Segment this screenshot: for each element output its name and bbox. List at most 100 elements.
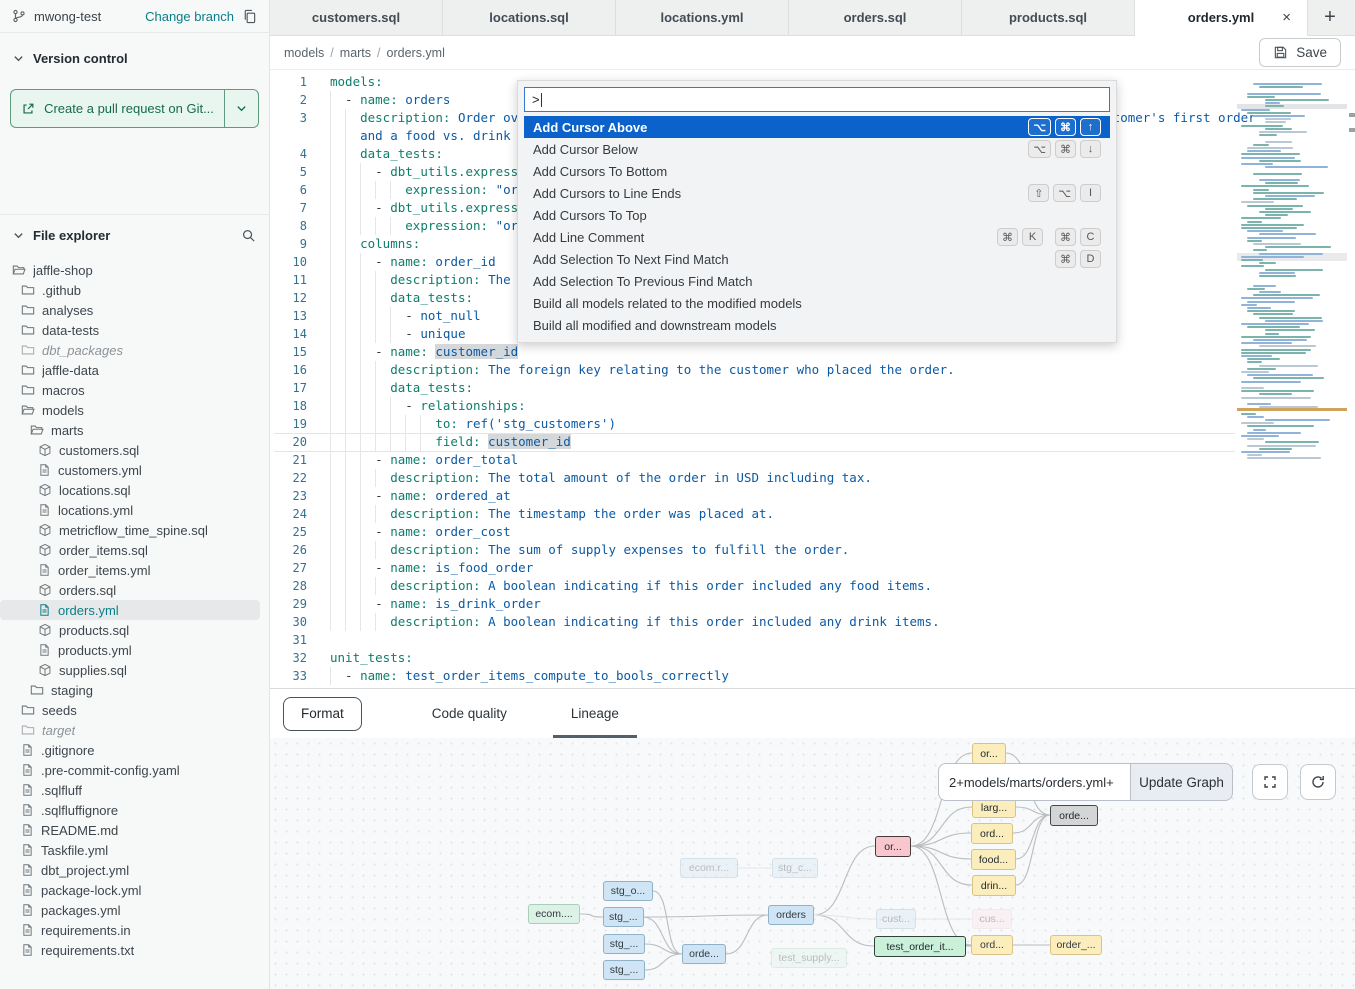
lineage-node-cus[interactable]: cus... [972, 909, 1012, 929]
pr-button-caret[interactable] [225, 90, 258, 127]
lineage-node-ord[interactable]: ord... [971, 823, 1013, 844]
format-button[interactable]: Format [283, 697, 362, 731]
code-line[interactable]: 27 - name: is_food_order [270, 559, 1355, 577]
file-tree-item-locations.sql[interactable]: locations.sql [0, 480, 269, 500]
lineage-node-drin[interactable]: drin... [972, 875, 1016, 896]
file-tree-item-locations.yml[interactable]: locations.yml [0, 500, 269, 520]
file-tree-item-orders.yml[interactable]: orders.yml [0, 600, 260, 620]
file-tree-item-marts[interactable]: marts [0, 420, 269, 440]
code-line[interactable]: 25 - name: order_cost [270, 523, 1355, 541]
lineage-node-order_[interactable]: order_... [1050, 935, 1102, 955]
lineage-node-food[interactable]: food... [971, 849, 1016, 870]
update-graph-button[interactable]: Update Graph [1130, 763, 1233, 801]
palette-item-add-cursors-to-line-ends[interactable]: Add Cursors to Line Ends⇧⌥I [524, 182, 1110, 204]
close-icon[interactable]: × [1282, 9, 1291, 26]
version-control-header[interactable]: Version control [0, 45, 269, 71]
file-tree-item-package-lock.yml[interactable]: package-lock.yml [0, 880, 269, 900]
file-tree-item-jaffle-data[interactable]: jaffle-data [0, 360, 269, 380]
file-tree-item-.pre-commit-config.yaml[interactable]: .pre-commit-config.yaml [0, 760, 269, 780]
breadcrumb-item[interactable]: orders.yml [387, 46, 445, 60]
tab-orders.sql[interactable]: orders.sql [789, 0, 962, 35]
lineage-node-or[interactable]: or... [875, 836, 911, 857]
breadcrumb-item[interactable]: marts [340, 46, 371, 60]
file-tree-item-metricflow_time_spine.sql[interactable]: metricflow_time_spine.sql [0, 520, 269, 540]
lineage-node-orde[interactable]: orde... [1050, 805, 1098, 826]
code-line[interactable]: 16 description: The foreign key relating… [270, 361, 1355, 379]
file-tree-item-packages.yml[interactable]: packages.yml [0, 900, 269, 920]
tab-products.sql[interactable]: products.sql [962, 0, 1135, 35]
file-tree-item-jaffle-shop[interactable]: jaffle-shop [0, 260, 269, 280]
code-line[interactable]: 31 [270, 631, 1355, 649]
tab-locations.sql[interactable]: locations.sql [443, 0, 616, 35]
file-explorer-header[interactable]: File explorer [0, 222, 269, 248]
file-tree-item-products.sql[interactable]: products.sql [0, 620, 269, 640]
file-tree-item-staging[interactable]: staging [0, 680, 269, 700]
code-line[interactable]: 23 - name: ordered_at [270, 487, 1355, 505]
palette-item-add-line-comment[interactable]: Add Line Comment⌘K⌘C [524, 226, 1110, 248]
code-line[interactable]: 33 - name: test_order_items_compute_to_b… [270, 667, 1355, 685]
code-line[interactable]: 28 description: A boolean indicating if … [270, 577, 1355, 595]
palette-item-add-cursors-to-bottom[interactable]: Add Cursors To Bottom [524, 160, 1110, 182]
file-tree-item-.github[interactable]: .github [0, 280, 269, 300]
lineage-node-stg_o[interactable]: stg_o... [603, 881, 653, 901]
code-line[interactable]: 17 data_tests: [270, 379, 1355, 397]
file-tree-item-supplies.sql[interactable]: supplies.sql [0, 660, 269, 680]
lineage-node-cust[interactable]: cust... [876, 909, 916, 929]
code-line[interactable]: 26 description: The sum of supply expens… [270, 541, 1355, 559]
code-line[interactable]: 15 - name: customer_id [270, 343, 1355, 361]
lineage-node-ecomr[interactable]: ecom.r... [680, 858, 738, 878]
change-branch-link[interactable]: Change branch [145, 9, 234, 24]
copy-icon[interactable] [242, 9, 257, 24]
lineage-node-stg_c[interactable]: stg_c... [772, 858, 818, 878]
file-tree-item-.sqlfluff[interactable]: .sqlfluff [0, 780, 269, 800]
code-line[interactable]: 24 description: The timestamp the order … [270, 505, 1355, 523]
file-tree-item-models[interactable]: models [0, 400, 269, 420]
file-tree-item-requirements.txt[interactable]: requirements.txt [0, 940, 269, 960]
file-tree-item-products.yml[interactable]: products.yml [0, 640, 269, 660]
file-tree-item-macros[interactable]: macros [0, 380, 269, 400]
file-tree-item-dbt_project.yml[interactable]: dbt_project.yml [0, 860, 269, 880]
save-button[interactable]: Save [1259, 38, 1341, 67]
palette-item-build-all-modified-and-downstream-models[interactable]: Build all modified and downstream models [524, 314, 1110, 336]
new-tab-button[interactable]: + [1308, 0, 1352, 35]
lineage-node-ecom[interactable]: ecom.... [528, 904, 580, 924]
code-line[interactable]: 22 description: The total amount of the … [270, 469, 1355, 487]
breadcrumb-item[interactable]: models [284, 46, 324, 60]
code-line[interactable]: 19 to: ref('stg_customers') [270, 415, 1355, 433]
lineage-node-stg_[interactable]: stg_... [603, 907, 644, 927]
file-tree-item-seeds[interactable]: seeds [0, 700, 269, 720]
tab-locations.yml[interactable]: locations.yml [616, 0, 789, 35]
palette-item-add-selection-to-previous-find-match[interactable]: Add Selection To Previous Find Match [524, 270, 1110, 292]
code-line[interactable]: 20 field: customer_id [270, 433, 1355, 451]
code-line[interactable]: 30 description: A boolean indicating if … [270, 613, 1355, 631]
lineage-node-stg_[interactable]: stg_... [603, 960, 645, 980]
lineage-node-test_supply[interactable]: test_supply... [771, 948, 847, 968]
tab-orders.yml[interactable]: orders.yml× [1135, 0, 1308, 36]
tab-lineage[interactable]: Lineage [563, 689, 627, 738]
create-pr-button[interactable]: Create a pull request on Git... [10, 89, 259, 128]
file-tree-item-orders.sql[interactable]: orders.sql [0, 580, 269, 600]
minimap[interactable] [1237, 83, 1347, 467]
lineage-selector-input[interactable]: 2+models/marts/orders.yml+ [938, 763, 1130, 801]
search-icon[interactable] [241, 228, 256, 243]
file-tree-item-.gitignore[interactable]: .gitignore [0, 740, 269, 760]
file-tree-item-customers.sql[interactable]: customers.sql [0, 440, 269, 460]
file-tree-item-dbt_packages[interactable]: dbt_packages [0, 340, 269, 360]
palette-item-add-selection-to-next-find-match[interactable]: Add Selection To Next Find Match⌘D [524, 248, 1110, 270]
palette-item-build-all-models-related-to-the-modified-models[interactable]: Build all models related to the modified… [524, 292, 1110, 314]
code-line[interactable]: 29 - name: is_drink_order [270, 595, 1355, 613]
lineage-node-test_order_it[interactable]: test_order_it... [874, 936, 966, 957]
command-palette-input[interactable]: > [524, 87, 1110, 112]
lineage-node-or[interactable]: or... [972, 743, 1006, 764]
palette-item-add-cursor-below[interactable]: Add Cursor Below⌥⌘↓ [524, 138, 1110, 160]
tab-customers.sql[interactable]: customers.sql [270, 0, 443, 35]
palette-item-add-cursor-above[interactable]: Add Cursor Above⌥⌘↑ [524, 116, 1110, 138]
file-tree-item-customers.yml[interactable]: customers.yml [0, 460, 269, 480]
refresh-button[interactable] [1300, 764, 1336, 800]
code-line[interactable]: 18 - relationships: [270, 397, 1355, 415]
file-tree-item-analyses[interactable]: analyses [0, 300, 269, 320]
lineage-node-orde[interactable]: orde... [682, 944, 726, 964]
tab-code-quality[interactable]: Code quality [424, 689, 515, 738]
code-line[interactable]: 32unit_tests: [270, 649, 1355, 667]
file-tree-item-Taskfile.yml[interactable]: Taskfile.yml [0, 840, 269, 860]
